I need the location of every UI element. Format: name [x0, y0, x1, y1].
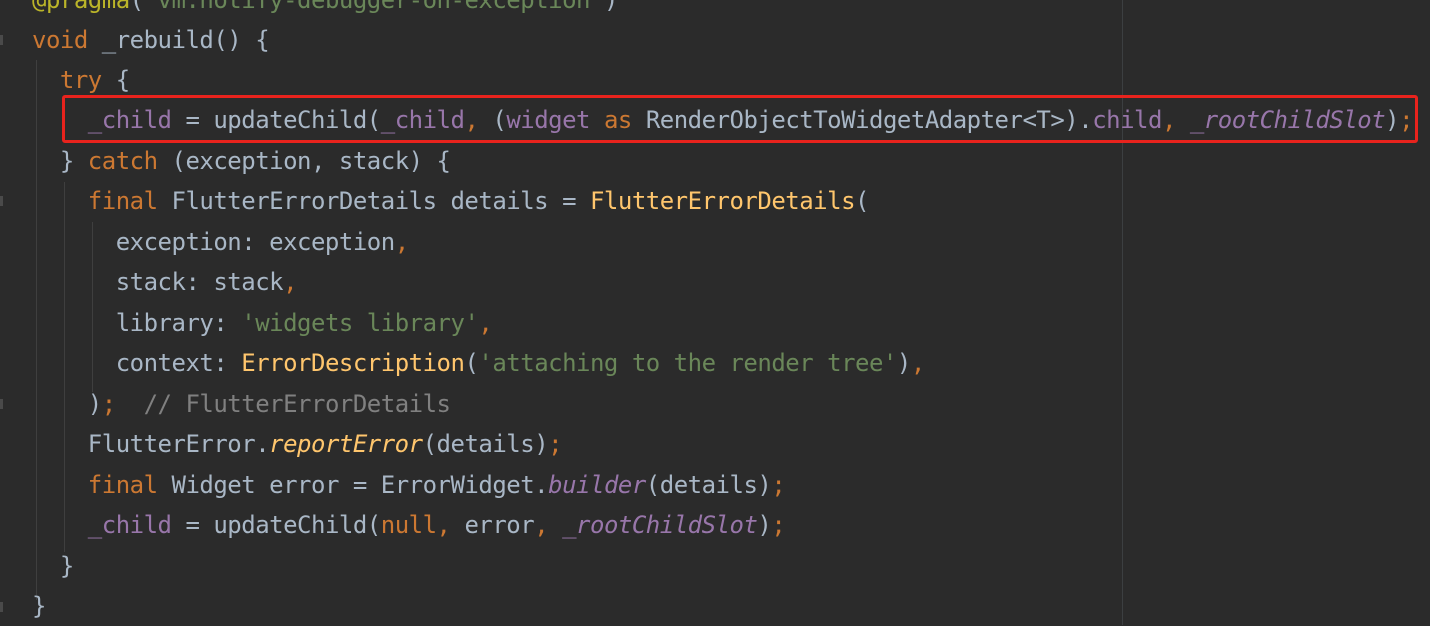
code-token: _rootChildSlot	[562, 511, 758, 539]
code-line[interactable]: final Widget error = ErrorWidget.builder…	[32, 465, 786, 505]
fold-marker-icon[interactable]	[0, 399, 3, 409]
code-line[interactable]: ); // FlutterErrorDetails	[32, 384, 451, 424]
code-token: ;	[771, 511, 786, 539]
code-line[interactable]: stack: stack,	[32, 262, 298, 302]
code-line[interactable]: _child = updateChild(null, error, _rootC…	[32, 505, 786, 545]
code-token: _rebuild() {	[101, 26, 270, 54]
code-token: 'vm:notify-debugger-on-exception'	[143, 0, 605, 14]
code-token: try	[32, 66, 116, 94]
code-token: FlutterErrorDetails	[589, 187, 856, 215]
code-token: ;	[101, 390, 144, 418]
code-token: FlutterErrorDetails details =	[171, 187, 590, 215]
code-token: final	[32, 471, 172, 499]
code-line[interactable]: final FlutterErrorDetails details = Flut…	[32, 181, 870, 221]
code-token: (details)	[645, 471, 772, 499]
code-line[interactable]: FlutterError.reportError(details);	[32, 424, 563, 464]
code-token: }	[32, 147, 88, 175]
code-token: (	[855, 187, 869, 215]
fold-marker-icon[interactable]	[0, 35, 3, 45]
fold-marker-icon[interactable]	[0, 602, 3, 612]
code-token: }	[32, 592, 46, 620]
code-token: _child	[32, 511, 172, 539]
code-token: @pragma	[32, 0, 130, 14]
code-token: final	[32, 187, 172, 215]
code-editor[interactable]: @pragma('vm:notify-debugger-on-exception…	[0, 0, 1430, 625]
code-token: (	[464, 349, 479, 377]
code-token: exception: exception	[32, 228, 395, 256]
editor-gutter[interactable]	[0, 0, 12, 625]
code-token: Widget error = ErrorWidget.	[171, 471, 549, 499]
code-token: FlutterError.	[32, 430, 270, 458]
code-token: }	[32, 552, 74, 580]
code-token: ,	[436, 511, 465, 539]
code-token: error	[464, 511, 535, 539]
code-token: void	[32, 26, 102, 54]
code-token: catch	[87, 147, 172, 175]
code-line[interactable]: void _rebuild() {	[32, 20, 270, 60]
code-token: null	[380, 511, 437, 539]
code-token: {	[115, 66, 130, 94]
code-line[interactable]: }	[32, 546, 74, 586]
code-token: context:	[32, 349, 242, 377]
code-token: ,	[478, 309, 493, 337]
code-token: builder	[548, 471, 646, 499]
code-token: (details)	[422, 430, 549, 458]
right-margin-guide	[1122, 0, 1123, 625]
code-line[interactable]: context: ErrorDescription('attaching to …	[32, 343, 926, 383]
code-token: )	[603, 0, 618, 14]
code-token: ,	[394, 228, 409, 256]
code-token: 'attaching to the render tree'	[478, 349, 897, 377]
code-token: = updateChild(	[171, 511, 381, 539]
fold-marker-icon[interactable]	[0, 196, 3, 206]
highlight-annotation-box	[62, 95, 1418, 143]
code-line[interactable]: library: 'widgets library',	[32, 303, 493, 343]
code-line[interactable]: } catch (exception, stack) {	[32, 141, 451, 181]
code-token: 'widgets library'	[241, 309, 479, 337]
code-token: ,	[283, 268, 298, 296]
code-token: )	[757, 511, 772, 539]
code-token: )	[32, 390, 102, 418]
code-token: ,	[534, 511, 563, 539]
code-token: reportError	[269, 430, 423, 458]
code-token: )	[896, 349, 911, 377]
code-token: ;	[771, 471, 786, 499]
code-token: library:	[32, 309, 242, 337]
code-token: ,	[910, 349, 925, 377]
code-token: // FlutterErrorDetails	[143, 390, 451, 418]
code-line[interactable]: @pragma('vm:notify-debugger-on-exception…	[32, 0, 618, 20]
code-token: (exception, stack) {	[171, 147, 451, 175]
code-line[interactable]: try {	[32, 60, 130, 100]
code-token: ;	[548, 430, 563, 458]
code-token: ErrorDescription	[241, 349, 465, 377]
code-token: (	[129, 0, 144, 14]
code-line[interactable]: }	[32, 586, 46, 626]
code-line[interactable]: exception: exception,	[32, 222, 409, 262]
code-token: stack: stack	[32, 268, 284, 296]
